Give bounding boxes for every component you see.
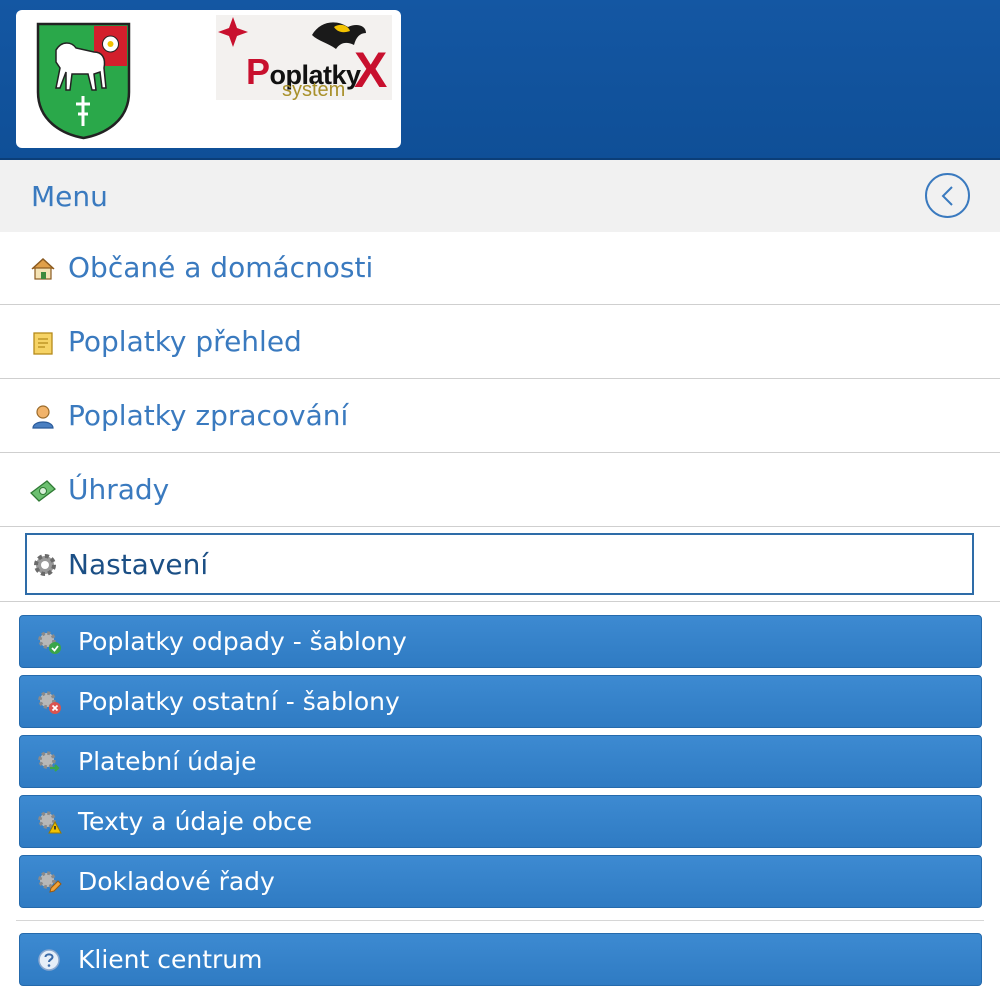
- submenu-item-label: Poplatky odpady - šablony: [78, 627, 407, 656]
- submenu-item-label: Poplatky ostatní - šablony: [78, 687, 400, 716]
- menu-item-label: Nastavení: [68, 548, 209, 581]
- menu-item-label: Úhrady: [68, 473, 170, 506]
- submenu-item-odpady-sablony[interactable]: Poplatky odpady - šablony: [19, 615, 982, 668]
- help-icon: [38, 949, 60, 971]
- submenu-item-label: Platební údaje: [78, 747, 257, 776]
- gear-check-icon: [38, 631, 61, 654]
- menu-item-klient-centrum[interactable]: Klient centrum: [19, 933, 982, 986]
- menu-item-poplatky-zpracovani[interactable]: Poplatky zpracování: [0, 380, 1000, 453]
- money-icon: [30, 480, 56, 502]
- menu-title: Menu: [31, 180, 108, 213]
- note-icon: [33, 332, 53, 355]
- menu-item-label: Poplatky zpracování: [68, 399, 349, 432]
- submenu-item-platebni-udaje[interactable]: Platební údaje: [19, 735, 982, 788]
- menu-item-poplatky-prehled[interactable]: Poplatky přehled: [0, 306, 1000, 379]
- submenu-divider: [16, 920, 984, 921]
- coat-of-arms-icon: [36, 22, 131, 140]
- app-header: Poplatky system X: [0, 0, 1000, 160]
- menu-item-label: Občané a domácnosti: [68, 251, 374, 284]
- gear-warning-icon: [38, 811, 62, 834]
- logo-card[interactable]: Poplatky system X: [16, 10, 401, 148]
- poplatky-system-logo: Poplatky system X: [216, 15, 392, 101]
- back-button[interactable]: [925, 173, 970, 218]
- menu-item-nastaveni[interactable]: Nastavení: [25, 533, 974, 595]
- chevron-left-icon: [941, 186, 953, 206]
- gear-icon: [34, 554, 56, 576]
- logo-subword: system: [282, 79, 346, 101]
- menu-item-label: Poplatky přehled: [68, 325, 302, 358]
- menu-item-obcane[interactable]: Občané a domácnosti: [0, 232, 1000, 305]
- user-icon: [32, 405, 54, 429]
- submenu-item-ostatni-sablony[interactable]: Poplatky ostatní - šablony: [19, 675, 982, 728]
- submenu-item-texty-obce[interactable]: Texty a údaje obce: [19, 795, 982, 848]
- gear-delete-icon: [38, 691, 61, 714]
- submenu-item-label: Dokladové řady: [78, 867, 275, 896]
- gear-arrow-icon: [38, 751, 60, 772]
- submenu-item-label: Klient centrum: [78, 945, 263, 974]
- menu-item-uhrady[interactable]: Úhrady: [0, 454, 1000, 527]
- menu-header-bar: Menu: [0, 160, 1000, 232]
- submenu-item-label: Texty a údaje obce: [78, 807, 313, 836]
- submenu-item-dokladove-rady[interactable]: Dokladové řady: [19, 855, 982, 908]
- house-icon: [31, 257, 55, 280]
- gear-pencil-icon: [38, 871, 62, 893]
- logo-x-mark: X: [354, 42, 388, 98]
